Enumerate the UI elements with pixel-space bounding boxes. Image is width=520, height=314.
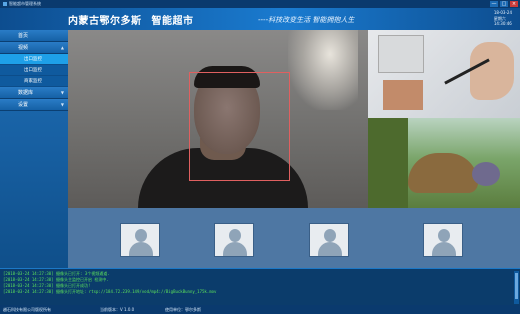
avatar-head-icon bbox=[229, 229, 241, 242]
brand-region: 内蒙古鄂尔多斯 bbox=[68, 16, 142, 27]
status-bar: 越石科技有限公司版权所有 当前版本：V 1.0.0 使用单位：鄂尔多斯 bbox=[0, 305, 520, 314]
sidebar: 首页 视频 ▲ 出口监控 出口监控 商家监控 数据库 ▼ 设置 ▼ bbox=[0, 30, 68, 268]
header-banner: 内蒙古鄂尔多斯 智能超市 ----科技改变生活 智能拥抱人生 18-03-24 … bbox=[0, 8, 520, 30]
avatar-body-icon bbox=[129, 242, 153, 256]
sidebar-subitem-exit-monitor-2[interactable]: 出口监控 bbox=[0, 65, 68, 76]
sidebar-item-database[interactable]: 数据库 ▼ bbox=[0, 87, 68, 99]
feed-3-tree bbox=[368, 118, 408, 208]
clock-date: 18-03-24 bbox=[493, 10, 512, 15]
captured-faces-strip bbox=[68, 208, 520, 268]
avatar-body-icon bbox=[318, 242, 342, 256]
avatar-head-icon bbox=[324, 229, 336, 242]
feed-3-character-2 bbox=[472, 162, 500, 186]
chevron-up-icon: ▲ bbox=[60, 45, 64, 50]
avatar-head-icon bbox=[438, 229, 450, 242]
sidebar-item-label: 首页 bbox=[18, 33, 29, 39]
window-controls: — □ × bbox=[490, 1, 518, 7]
maximize-button[interactable]: □ bbox=[500, 1, 508, 7]
slogan: ----科技改变生活 智能拥抱人生 bbox=[258, 16, 355, 24]
chevron-down-icon: ▼ bbox=[60, 102, 64, 107]
title-bar: 智能超市管理系统 — □ × bbox=[0, 0, 520, 8]
sidebar-subitem-exit-monitor[interactable]: 出口监控 bbox=[0, 54, 68, 65]
log-scrollbar-thumb[interactable] bbox=[515, 273, 518, 299]
feed-2-photo bbox=[383, 80, 423, 110]
camera-feed-3[interactable] bbox=[368, 118, 520, 208]
sidebar-item-label: 视频 bbox=[18, 45, 29, 51]
log-scrollbar[interactable] bbox=[514, 271, 519, 304]
minimize-button[interactable]: — bbox=[490, 1, 498, 7]
log-panel: [2018-03-24 14:27:30] 摄像头已打开: 3个视频通道. [2… bbox=[0, 268, 520, 305]
log-line: [2018-03-24 14:27:30] 摄像头打开地址: rtsp://18… bbox=[3, 289, 217, 294]
sidebar-item-label: 设置 bbox=[18, 102, 29, 108]
face-thumbnail[interactable] bbox=[214, 223, 254, 257]
clock-time: 14:30:46 bbox=[493, 21, 512, 26]
avatar-body-icon bbox=[223, 242, 247, 256]
sidebar-item-settings[interactable]: 设置 ▼ bbox=[0, 99, 68, 111]
chevron-down-icon: ▼ bbox=[60, 90, 64, 95]
sidebar-subitem-merchant-monitor[interactable]: 商家监控 bbox=[0, 76, 68, 87]
brand-name: 智能超市 bbox=[151, 16, 194, 27]
close-button[interactable]: × bbox=[510, 1, 518, 7]
sidebar-item-label: 数据库 bbox=[18, 90, 34, 96]
sidebar-item-video[interactable]: 视频 ▲ bbox=[0, 42, 68, 54]
lamp-light bbox=[288, 30, 358, 110]
status-unit: 使用单位：鄂尔多斯 bbox=[165, 307, 201, 312]
feed-2-hand bbox=[470, 42, 514, 100]
face-thumbnail[interactable] bbox=[423, 223, 463, 257]
brand-title: 内蒙古鄂尔多斯 智能超市 bbox=[68, 12, 194, 27]
face-thumbnail[interactable] bbox=[309, 223, 349, 257]
status-company: 越石科技有限公司版权所有 bbox=[3, 307, 51, 312]
face-detection-box bbox=[189, 72, 290, 181]
avatar-head-icon bbox=[135, 229, 147, 242]
camera-feed-2[interactable] bbox=[368, 30, 520, 118]
avatar-body-icon bbox=[432, 242, 456, 256]
app-icon bbox=[3, 2, 7, 6]
app-window: 智能超市管理系统 — □ × 内蒙古鄂尔多斯 智能超市 ----科技改变生活 智… bbox=[0, 0, 520, 314]
sidebar-item-home[interactable]: 首页 bbox=[0, 30, 68, 42]
feed-3-character bbox=[408, 153, 478, 193]
main-camera-feed[interactable] bbox=[68, 30, 368, 208]
face-thumbnail[interactable] bbox=[120, 223, 160, 257]
status-version: 当前版本：V 1.0.0 bbox=[100, 307, 135, 312]
clock: 18-03-24 星期六 14:30:46 bbox=[494, 10, 512, 27]
window-title: 智能超市管理系统 bbox=[9, 1, 41, 6]
feed-2-screen bbox=[378, 35, 424, 73]
